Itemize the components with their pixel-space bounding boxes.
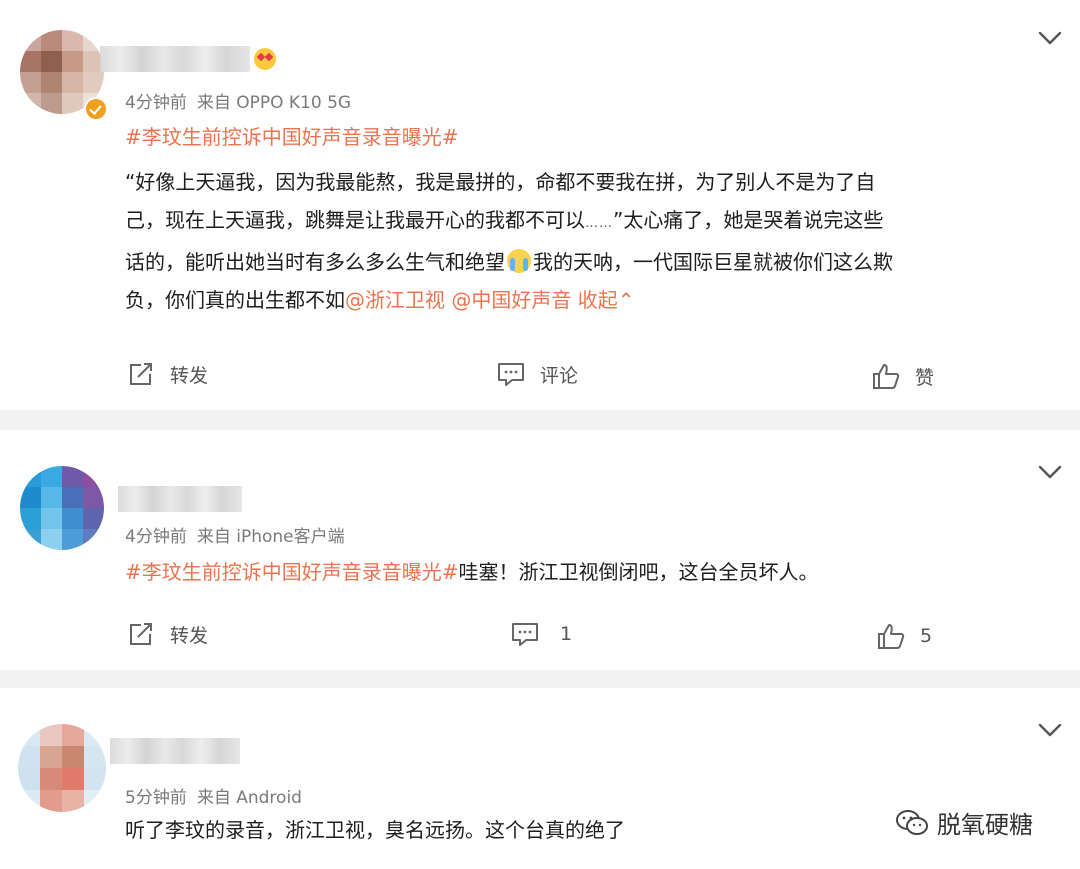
body-line: 我的天呐，一代国际巨星就被你们这么欺 — [533, 250, 893, 274]
repost-button[interactable]: 转发 — [126, 360, 208, 388]
avatar[interactable] — [18, 724, 106, 812]
body-line: “好像上天逼我，因为我最能熬，我是最拼的，命都不要我在拼，为了别人不是为了自 — [125, 170, 876, 194]
username-blurred[interactable] — [118, 486, 242, 512]
body-text: 听了李玟的录音，浙江卫视，臭名远扬。这个台真的绝了 — [125, 818, 625, 842]
post-time: 4分钟前 — [125, 93, 187, 113]
source-prefix: 来自 — [196, 527, 231, 547]
repost-label: 转发 — [170, 624, 209, 647]
body-line: ”太心痛了，她是哭着说完这些 — [613, 208, 884, 232]
comment-button[interactable]: 1 — [510, 620, 572, 648]
avatar[interactable] — [20, 466, 104, 550]
crying-emoji-icon — [507, 249, 531, 273]
post-body: 听了李玟的录音，浙江卫视，臭名远扬。这个台真的绝了 — [125, 811, 625, 849]
mention-link[interactable]: @浙江卫视 — [345, 288, 445, 312]
post-time: 4分钟前 — [125, 527, 187, 547]
body-line: 话的，能听出她当时有多么多么生气和绝望 — [125, 250, 505, 274]
source-prefix: 来自 — [196, 788, 231, 808]
chevron-down-icon[interactable] — [1036, 28, 1064, 48]
post-time: 5分钟前 — [125, 788, 187, 808]
repost-label: 转发 — [170, 364, 209, 387]
username-blurred[interactable] — [100, 46, 250, 72]
comment-icon — [510, 620, 540, 648]
like-label: 赞 — [915, 366, 935, 389]
username-blurred[interactable] — [110, 738, 240, 764]
like-count: 5 — [920, 625, 933, 647]
collapse-link[interactable]: 收起⌃ — [578, 288, 635, 312]
post-source: iPhone客户端 — [236, 527, 345, 547]
body-line: 己，现在上天逼我，跳舞是让我最开心的我都不可以 — [125, 208, 585, 232]
chevron-down-icon[interactable] — [1036, 462, 1064, 482]
post-body: #李玟生前控诉中国好声音录音曝光# “好像上天逼我，因为我最能熬，我是最拼的，命… — [125, 118, 893, 319]
watermark: 脱氧硬糖 — [895, 805, 1033, 840]
chevron-down-icon[interactable] — [1036, 720, 1064, 740]
verified-badge-icon — [84, 97, 108, 121]
comment-icon — [496, 360, 526, 388]
repost-icon — [126, 620, 156, 648]
comment-count: 1 — [560, 623, 573, 645]
ellipsis: …… — [585, 216, 613, 231]
comment-label: 评论 — [540, 364, 579, 387]
hashtag-link[interactable]: #李玟生前控诉中国好声音录音曝光# — [125, 125, 459, 149]
post-body: #李玟生前控诉中国好声音录音曝光#哇塞！浙江卫视倒闭吧，这台全员坏人。 — [125, 553, 819, 591]
body-text: 哇塞！浙江卫视倒闭吧，这台全员坏人。 — [458, 560, 819, 584]
repost-icon — [126, 360, 156, 388]
wechat-icon — [895, 809, 929, 837]
mention-link[interactable]: @中国好声音 — [451, 288, 571, 312]
collapse-label: 收起 — [577, 288, 618, 312]
post-meta: 5分钟前 来自 Android — [125, 783, 302, 808]
source-prefix: 来自 — [196, 93, 231, 113]
repost-button[interactable]: 转发 — [126, 620, 208, 648]
weibo-post-1: 4分钟前 来自 OPPO K10 5G #李玟生前控诉中国好声音录音曝光# “好像… — [0, 0, 1080, 410]
post-source: OPPO K10 5G — [236, 93, 352, 113]
like-button[interactable]: 赞 — [871, 362, 934, 390]
weibo-post-2: 4分钟前 来自 iPhone客户端 #李玟生前控诉中国好声音录音曝光#哇塞！浙江卫… — [0, 430, 1080, 670]
post-source: Android — [236, 788, 302, 808]
thumbs-up-icon — [876, 622, 906, 650]
watermark-text: 脱氧硬糖 — [937, 811, 1033, 839]
body-line: 负，你们真的出生都不如 — [125, 288, 345, 312]
heart-eyes-emoji-icon — [254, 48, 276, 70]
like-button[interactable]: 5 — [876, 622, 932, 650]
post-meta: 4分钟前 来自 iPhone客户端 — [125, 522, 345, 547]
post-meta: 4分钟前 来自 OPPO K10 5G — [125, 88, 351, 113]
thumbs-up-icon — [871, 362, 901, 390]
hashtag-link[interactable]: #李玟生前控诉中国好声音录音曝光# — [125, 560, 459, 584]
weibo-post-3: 5分钟前 来自 Android 听了李玟的录音，浙江卫视，臭名远扬。这个台真的绝了 — [0, 688, 1080, 869]
comment-button[interactable]: 评论 — [496, 360, 578, 388]
